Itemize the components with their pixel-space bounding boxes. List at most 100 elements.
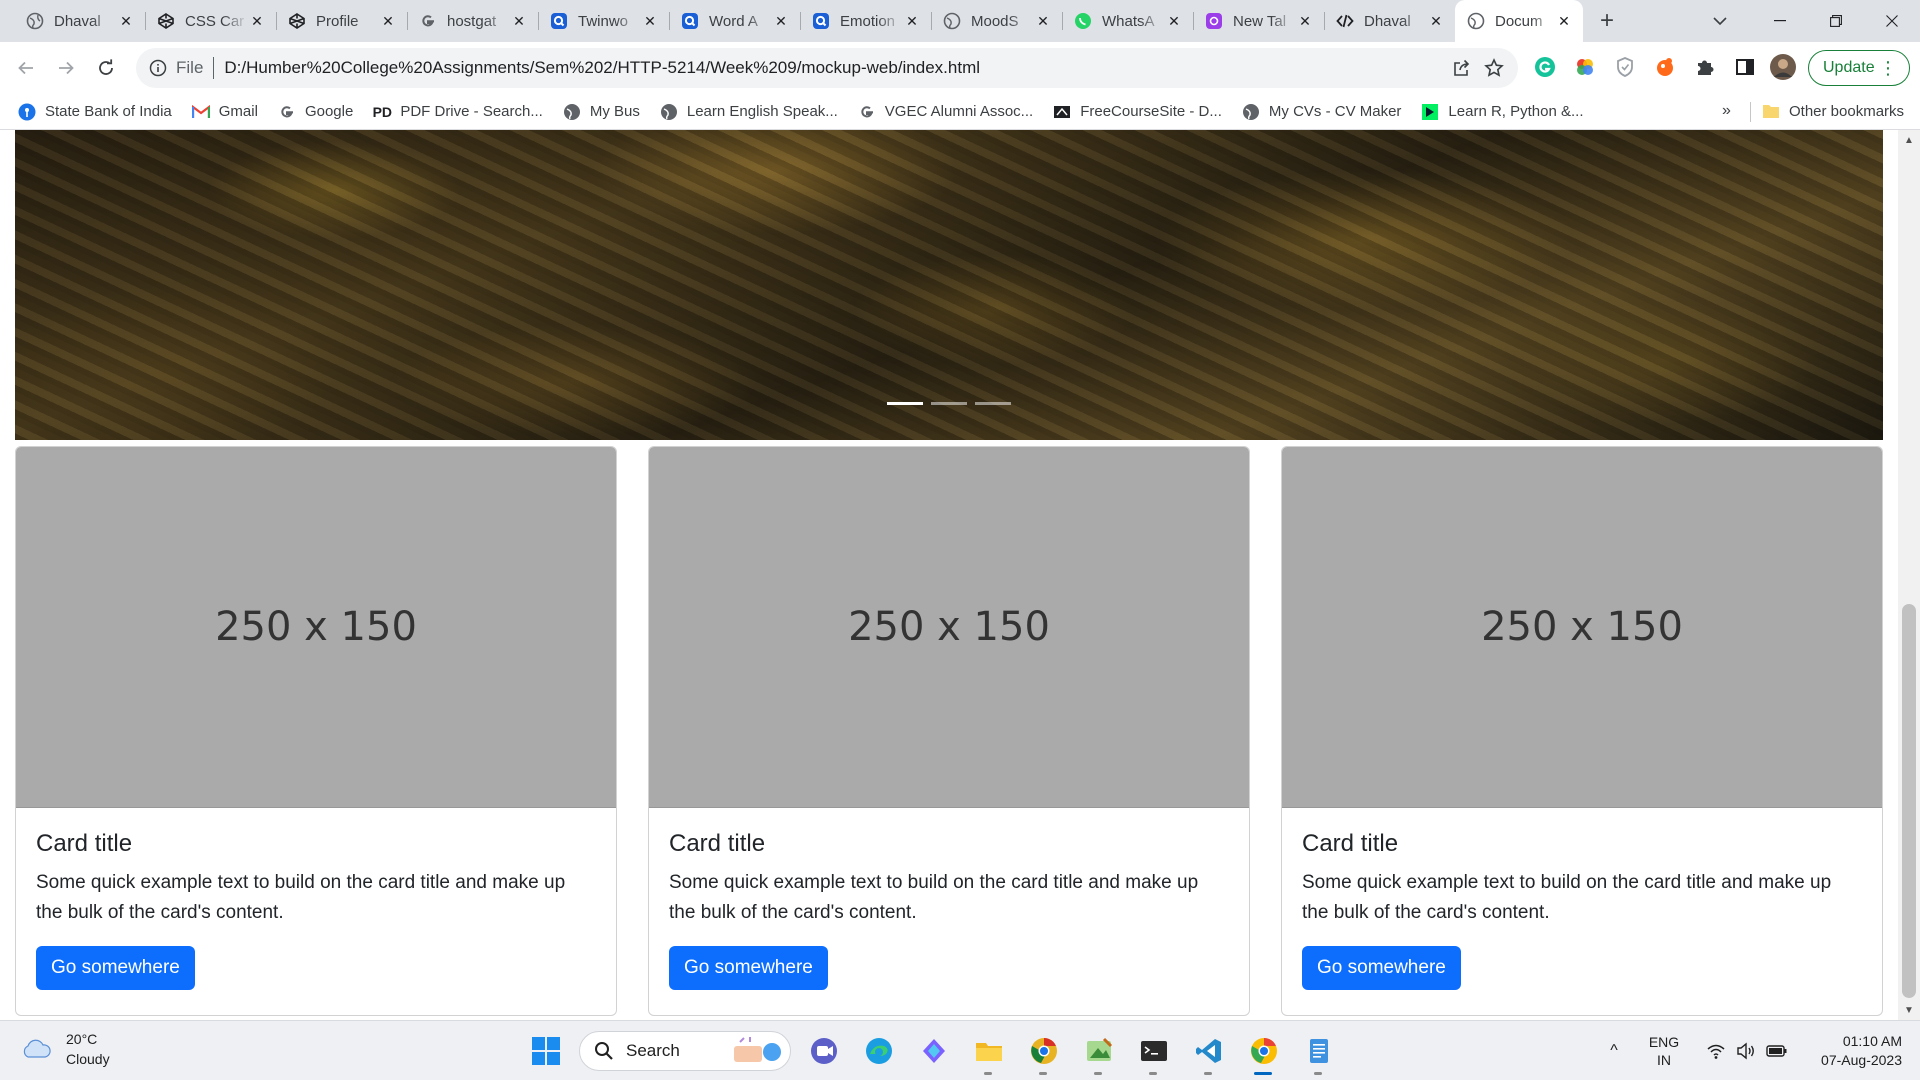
bookmarks-overflow-button[interactable]: » [1722,102,1731,120]
arrow-left-icon [18,61,33,75]
restore-button[interactable] [1808,0,1864,42]
tab-dhaval-code[interactable]: Dhaval ✕ [1324,0,1455,42]
info-icon[interactable] [148,58,168,78]
page-scrollbar[interactable]: ▲ ▼ [1898,130,1920,1020]
close-icon[interactable]: ✕ [1296,12,1314,30]
weather-condition: Cloudy [66,1051,110,1067]
tab-document-active[interactable]: Docum ✕ [1455,0,1583,42]
carousel-indicator-1[interactable] [887,402,923,405]
go-somewhere-button[interactable]: Go somewhere [1302,946,1461,990]
tab-word-a[interactable]: Word A ✕ [669,0,800,42]
active-indicator [1254,1072,1272,1075]
teams-icon[interactable] [802,1029,846,1073]
pdfdrive-icon: PD [372,103,393,120]
star-icon[interactable] [1484,58,1504,78]
chrome-icon[interactable] [1242,1029,1286,1075]
close-icon[interactable]: ✕ [903,12,921,30]
close-icon[interactable]: ✕ [1034,12,1052,30]
tab-title: New Tal [1233,12,1287,30]
tab-css-card[interactable]: CSS Car ✕ [145,0,276,42]
terminal-icon[interactable] [1132,1029,1176,1075]
bookmark-item[interactable]: My CVs - CV Maker [1242,103,1402,121]
quick-settings[interactable] [1706,1042,1788,1060]
start-button[interactable] [524,1029,568,1073]
bookmark-item[interactable]: My Bus [563,103,640,121]
extensions-puzzle-icon[interactable] [1690,52,1720,82]
scrollbar-thumb[interactable] [1902,604,1916,998]
tab-moods[interactable]: MoodS ✕ [931,0,1062,42]
bookmark-item[interactable]: PD PDF Drive - Search... [373,103,543,121]
bookmark-item[interactable]: Gmail [191,103,258,121]
file-explorer-icon[interactable] [967,1029,1011,1075]
share-icon[interactable] [1452,58,1472,78]
tab-profile[interactable]: Profile ✕ [276,0,407,42]
tab-hostgator[interactable]: hostgat ✕ [407,0,538,42]
bookmark-item[interactable]: Learn English Speak... [660,103,838,121]
pocket-extension-icon[interactable] [1650,52,1680,82]
close-icon[interactable]: ✕ [1165,12,1183,30]
carousel-indicator-3[interactable] [975,402,1011,405]
close-icon[interactable]: ✕ [641,12,659,30]
clock[interactable]: 01:10 AM 07-Aug-2023 [1800,1032,1920,1070]
weather-widget[interactable]: 20°C Cloudy [20,1029,110,1069]
forward-button[interactable] [46,48,86,88]
close-icon[interactable]: ✕ [510,12,528,30]
tab-search-button[interactable] [1700,0,1740,42]
go-somewhere-button[interactable]: Go somewhere [669,946,828,990]
profile-avatar[interactable] [1768,52,1798,82]
bookmark-item[interactable]: Learn R, Python &... [1421,103,1584,121]
back-button[interactable] [6,48,46,88]
vscode-icon[interactable] [1187,1029,1231,1075]
language-indicator[interactable]: ENG IN [1634,1033,1694,1069]
running-indicator [1039,1072,1047,1075]
carousel-indicator-2[interactable] [931,402,967,405]
minimize-button[interactable] [1752,0,1808,42]
chevron-up-icon[interactable]: ^ [1594,1042,1634,1060]
copilot-icon[interactable] [912,1029,956,1073]
side-panel-icon[interactable] [1730,52,1760,82]
other-bookmarks-folder[interactable]: Other bookmarks [1762,102,1904,120]
bookmark-label: Learn English Speak... [686,103,838,120]
bookmark-item[interactable]: Google [278,103,353,121]
bookmark-label: My CVs - CV Maker [1268,103,1402,120]
update-button[interactable]: Update ⋮ [1808,50,1910,86]
reload-button[interactable] [86,48,126,88]
new-tab-button[interactable]: + [1587,0,1627,42]
chrome-canary-icon[interactable] [1022,1029,1066,1075]
tab-twinword[interactable]: Twinwo ✕ [538,0,669,42]
globe-icon [563,103,581,121]
tab-new-tab[interactable]: New Tal ✕ [1193,0,1324,42]
close-icon[interactable]: ✕ [1427,12,1445,30]
hero-carousel[interactable] [15,130,1883,440]
taskbar-search-box[interactable]: Search [579,1031,791,1071]
go-somewhere-button[interactable]: Go somewhere [36,946,195,990]
close-window-button[interactable] [1864,0,1920,42]
scroll-down-arrow-icon[interactable]: ▼ [1898,1000,1920,1020]
url-text[interactable]: D:/Humber%20College%20Assignments/Sem%20… [224,58,1452,78]
bookmark-label: Learn R, Python &... [1448,103,1584,120]
edge-icon[interactable] [857,1029,901,1073]
notepad-icon[interactable] [1297,1029,1341,1075]
scroll-up-arrow-icon[interactable]: ▲ [1898,130,1920,150]
bookmark-item[interactable]: FreeCourseSite - D... [1053,103,1222,121]
bookmark-item[interactable]: State Bank of India [18,103,172,121]
tab-emotion[interactable]: Emotion ✕ [800,0,931,42]
shield-extension-icon[interactable] [1610,52,1640,82]
bookmark-item[interactable]: VGEC Alumni Assoc... [858,103,1033,121]
paint-icon[interactable] [1077,1029,1121,1075]
close-icon[interactable]: ✕ [772,12,790,30]
close-icon[interactable]: ✕ [1555,12,1573,30]
close-icon[interactable]: ✕ [117,12,135,30]
whatsapp-icon [1074,12,1092,30]
windows-taskbar: 20°C Cloudy Search ^ ENG IN 01:10 AM 07-… [0,1020,1920,1080]
grammarly-icon[interactable] [1530,52,1560,82]
close-icon[interactable]: ✕ [248,12,266,30]
address-bar[interactable]: File D:/Humber%20College%20Assignments/S… [136,48,1518,88]
bookmark-label: Google [304,103,354,120]
close-icon[interactable]: ✕ [379,12,397,30]
card-title: Card title [1302,830,1399,857]
running-indicator [1204,1072,1212,1075]
tab-dhaval[interactable]: Dhaval ✕ [14,0,145,42]
colorpicker-extension-icon[interactable] [1570,52,1600,82]
tab-whatsapp[interactable]: WhatsA ✕ [1062,0,1193,42]
